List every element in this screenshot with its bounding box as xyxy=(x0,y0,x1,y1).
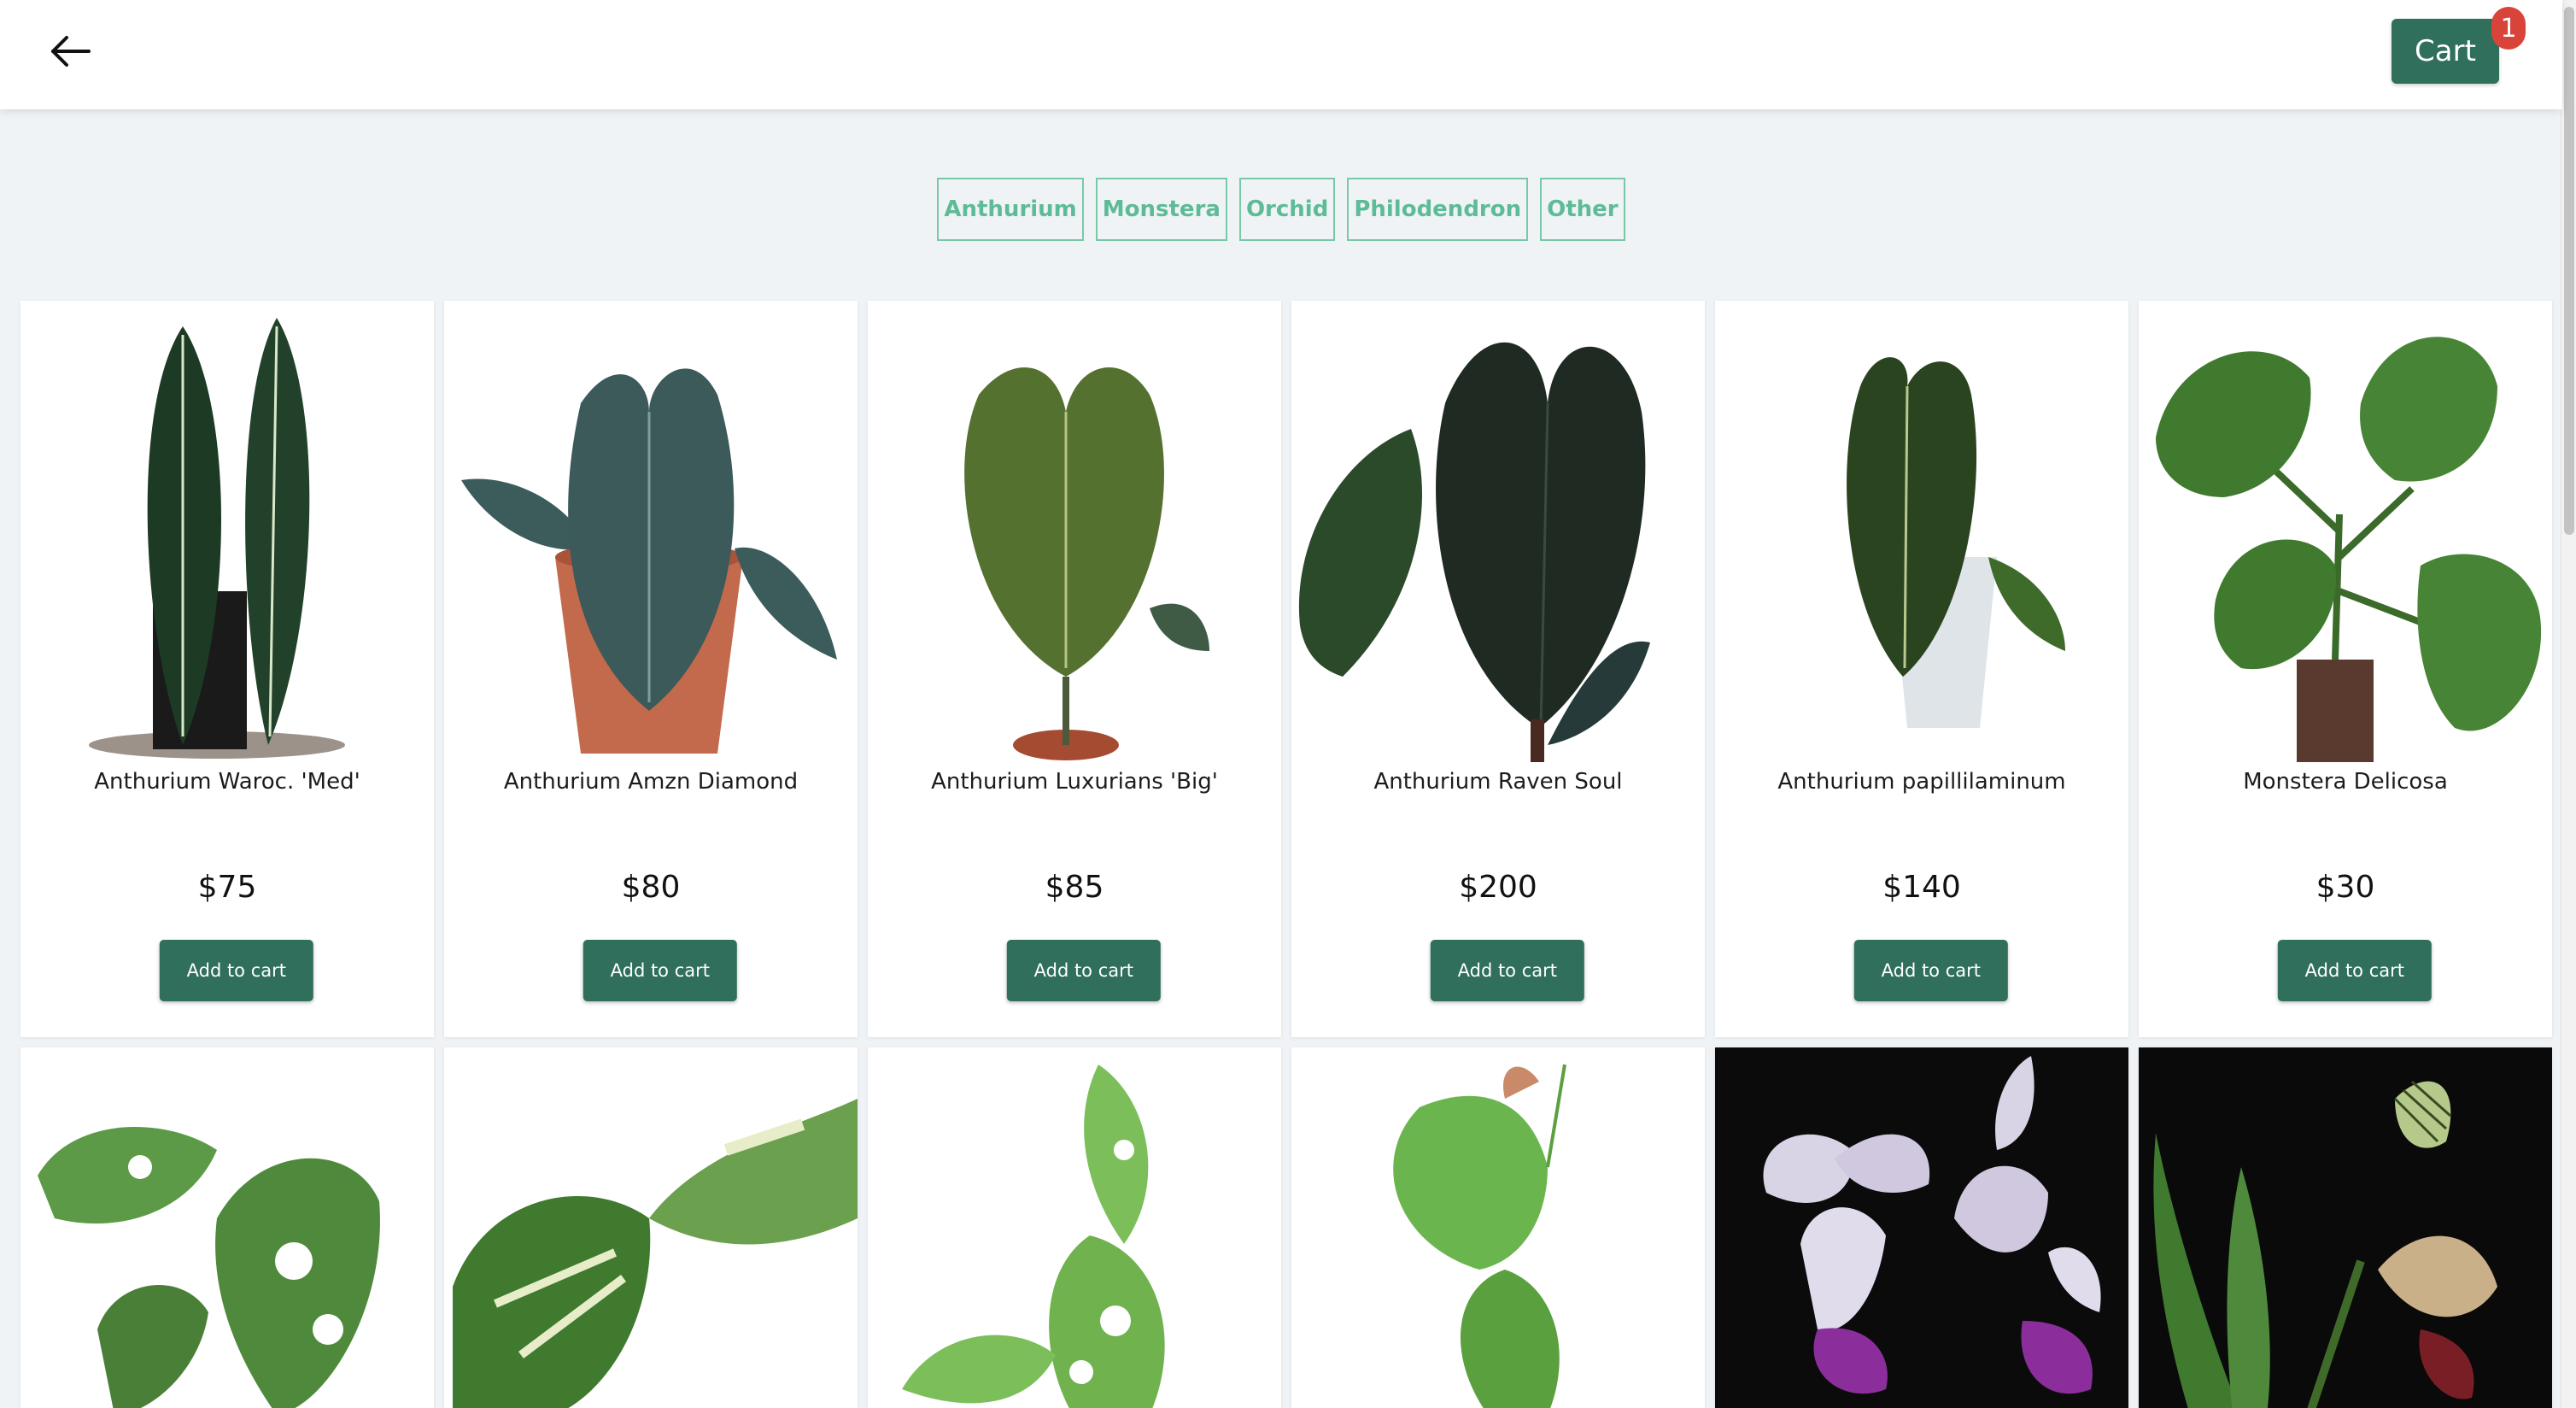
back-button[interactable] xyxy=(48,31,94,72)
top-bar: Cart 1 xyxy=(0,0,2562,109)
product-image[interactable] xyxy=(444,1047,858,1408)
filter-philodendron[interactable]: Philodendron xyxy=(1347,178,1529,241)
product-card: Anthurium Luxurians 'Big' $85 Add to car… xyxy=(868,301,1281,1037)
cart-button[interactable]: Cart xyxy=(2392,19,2499,84)
product-price: $85 xyxy=(1045,870,1104,905)
product-image[interactable] xyxy=(868,301,1281,762)
product-price: $140 xyxy=(1882,870,1961,905)
add-to-cart-button[interactable]: Add to cart xyxy=(1006,940,1161,1001)
product-name: Anthurium Waroc. 'Med' xyxy=(94,769,360,795)
add-to-cart-button[interactable]: Add to cart xyxy=(583,940,737,1001)
plant-illustration xyxy=(1298,342,1650,762)
product-name: Anthurium Raven Soul xyxy=(1373,769,1623,795)
product-card xyxy=(1715,1047,2128,1408)
product-image[interactable] xyxy=(1291,1047,1705,1408)
filter-monstera[interactable]: Monstera xyxy=(1095,178,1227,241)
product-image[interactable] xyxy=(2139,1047,2552,1408)
product-image[interactable] xyxy=(20,301,434,762)
product-price: $75 xyxy=(197,870,257,905)
product-image[interactable] xyxy=(444,301,858,762)
plant-illustration xyxy=(964,367,1209,760)
product-image[interactable] xyxy=(2139,301,2552,762)
product-image[interactable] xyxy=(868,1047,1281,1408)
plant-illustration xyxy=(1393,1064,1566,1408)
product-image[interactable] xyxy=(1291,301,1705,762)
product-price: $80 xyxy=(621,870,681,905)
plant-illustration xyxy=(1763,1056,2101,1394)
product-card: Anthurium Amzn Diamond $80 Add to cart xyxy=(444,301,858,1037)
product-card xyxy=(20,1047,434,1408)
product-card xyxy=(444,1047,858,1408)
plant-illustration xyxy=(2156,337,2542,762)
product-name: Anthurium Amzn Diamond xyxy=(503,769,799,795)
product-image[interactable] xyxy=(1715,301,2128,762)
product-grid-row-2 xyxy=(20,1047,2556,1408)
plant-illustration xyxy=(89,318,345,759)
add-to-cart-button[interactable]: Add to cart xyxy=(1853,940,2008,1001)
product-price: $30 xyxy=(2315,870,2375,905)
product-image[interactable] xyxy=(1715,1047,2128,1408)
cart-count-badge: 1 xyxy=(2491,7,2526,50)
product-card xyxy=(2139,1047,2552,1408)
plant-illustration xyxy=(461,368,837,754)
product-grid: Anthurium Waroc. 'Med' $75 Add to cart A… xyxy=(20,301,2556,1037)
arrow-left-icon xyxy=(51,36,91,67)
filter-other[interactable]: Other xyxy=(1540,178,1625,241)
page-scrollbar[interactable] xyxy=(2561,0,2576,1408)
plant-illustration xyxy=(1847,357,2065,728)
category-filters: Anthurium Monstera Orchid Philodendron O… xyxy=(0,178,2562,241)
product-card xyxy=(1291,1047,1705,1408)
filter-orchid[interactable]: Orchid xyxy=(1238,178,1336,241)
product-name: Anthurium papillilaminum xyxy=(1777,769,2066,795)
product-name: Anthurium Luxurians 'Big' xyxy=(931,769,1218,795)
filter-anthurium[interactable]: Anthurium xyxy=(937,178,1084,241)
product-name: Monstera Delicosa xyxy=(2243,769,2448,795)
plant-illustration xyxy=(453,1099,858,1408)
plant-illustration xyxy=(38,1126,380,1408)
scrollbar-thumb[interactable] xyxy=(2564,7,2574,535)
product-card: Anthurium papillilaminum $140 Add to car… xyxy=(1715,301,2128,1037)
plant-illustration xyxy=(2139,1047,2552,1408)
product-card: Monstera Delicosa $30 Add to cart xyxy=(2139,301,2552,1037)
add-to-cart-button[interactable]: Add to cart xyxy=(159,940,313,1001)
product-price: $200 xyxy=(1459,870,1537,905)
product-image[interactable] xyxy=(20,1047,434,1408)
product-card xyxy=(868,1047,1281,1408)
plant-illustration xyxy=(902,1065,1165,1408)
product-card: Anthurium Raven Soul $200 Add to cart xyxy=(1291,301,1705,1037)
product-card: Anthurium Waroc. 'Med' $75 Add to cart xyxy=(20,301,434,1037)
add-to-cart-button[interactable]: Add to cart xyxy=(1430,940,1584,1001)
add-to-cart-button[interactable]: Add to cart xyxy=(2277,940,2432,1001)
